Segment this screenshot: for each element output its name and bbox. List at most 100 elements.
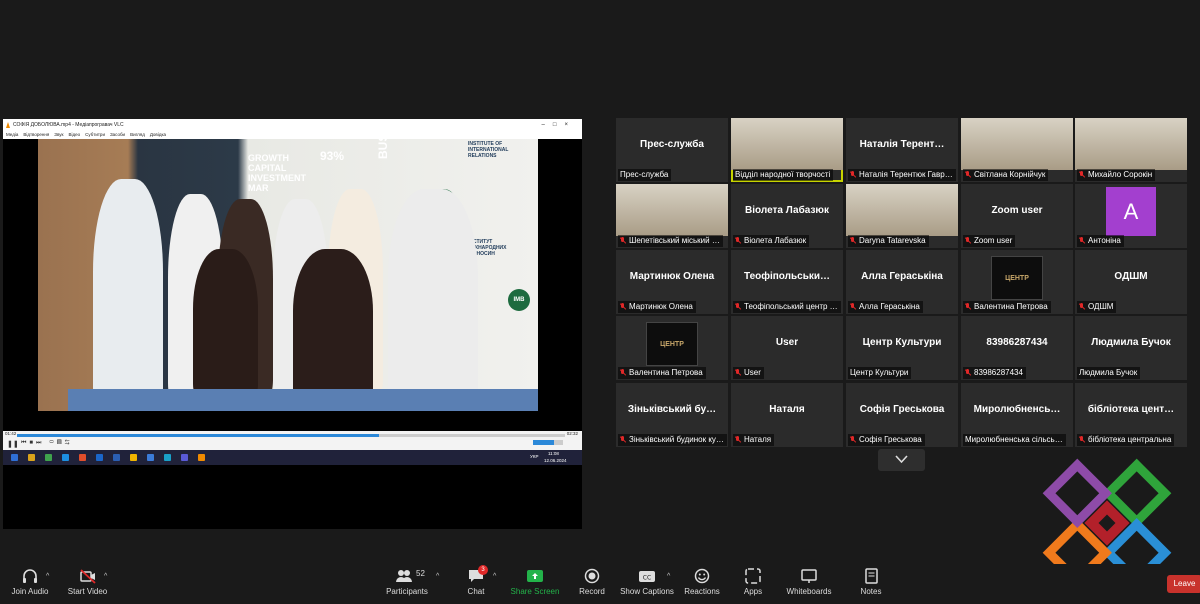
participant-tile[interactable]: ЦЕНТР Валентина Петрова (616, 316, 728, 380)
show-captions-button[interactable]: CC Show Captions (620, 567, 674, 596)
participant-tile[interactable]: Михайло Сорокін (1075, 118, 1187, 182)
participant-tile[interactable]: Софія Греськова Софія Греськова (846, 383, 958, 447)
video-options-caret[interactable]: ^ (104, 573, 107, 580)
participants-label: Participants (386, 587, 428, 596)
participant-name: Мартинюк Олена (629, 302, 693, 311)
taskbar-app-icon[interactable] (11, 454, 18, 461)
audio-options-caret[interactable]: ^ (46, 573, 49, 580)
participant-caption: Миролюбненська сільсь… (963, 434, 1066, 446)
participant-caption: Центр Культури (848, 367, 912, 379)
taskbar-app-icon[interactable] (181, 454, 188, 461)
vlc-menu-item[interactable]: Відео (69, 132, 81, 137)
participant-tile[interactable]: Алла Гераськіна Алла Гераськіна (846, 250, 958, 314)
taskbar-date: 12.06.2024 (544, 458, 567, 463)
pause-icon[interactable]: ❚❚ (7, 440, 19, 448)
reactions-button[interactable]: Reactions (684, 567, 720, 596)
svg-text:CC: CC (643, 575, 651, 582)
vlc-menu-item[interactable]: Відтворення (23, 132, 49, 137)
participant-tile[interactable]: Віолета Лабазюк Віолета Лабазюк (731, 184, 843, 248)
record-icon (584, 568, 600, 584)
participant-tile[interactable]: Мартинюк Олена Мартинюк Олена (616, 250, 728, 314)
time-total: 02:32 (566, 431, 578, 436)
participant-tile[interactable]: User User (731, 316, 843, 380)
taskbar-app-icon[interactable] (147, 454, 154, 461)
time-elapsed: 01:42 (5, 431, 17, 436)
mic-muted-icon (620, 369, 626, 376)
participant-tile[interactable]: A Антоніна (1075, 184, 1187, 248)
participant-name: Валентина Петрова (629, 368, 703, 377)
start-video-button[interactable]: Start Video (65, 567, 110, 596)
taskbar-app-icon[interactable] (28, 454, 35, 461)
participant-tile[interactable]: 83986287434 83986287434 (961, 316, 1073, 380)
playback-buttons[interactable]: ⏮■⏭ ▭▤⇆ (21, 440, 72, 447)
notes-button[interactable]: Notes (857, 567, 885, 596)
participant-tile[interactable]: Zoom user Zoom user (961, 184, 1073, 248)
taskbar-app-icon[interactable] (130, 454, 137, 461)
taskbar-app-icon[interactable] (164, 454, 171, 461)
share-screen-label: Share Screen (510, 587, 560, 596)
vlc-menu-item[interactable]: Вигляд (130, 132, 145, 137)
join-audio-button[interactable]: Join Audio (10, 567, 50, 596)
participant-name: 83986287434 (974, 368, 1023, 377)
taskbar-app-icon[interactable] (198, 454, 205, 461)
participant-tile[interactable]: Наталя Наталя (731, 383, 843, 447)
taskbar-language: УКР (530, 454, 539, 459)
taskbar-app-icon[interactable] (113, 454, 120, 461)
participant-tile[interactable]: Прес-служба Прес-служба (616, 118, 728, 182)
participant-caption: Шепетівський міський … (618, 235, 723, 247)
participant-tile[interactable]: Відділ народної творчості (731, 118, 843, 182)
participant-tile[interactable]: ОДШМ ОДШМ (1075, 250, 1187, 314)
headphones-icon (23, 569, 37, 583)
gallery-next-page-button[interactable] (878, 449, 925, 471)
chat-options-caret[interactable]: ^ (493, 573, 496, 580)
record-button[interactable]: Record (576, 567, 608, 596)
person (293, 249, 373, 404)
participant-tile[interactable]: Наталія Терент… Наталія Терентюк Гавр… (846, 118, 958, 182)
share-screen-button[interactable]: Share Screen (510, 567, 560, 596)
apps-button[interactable]: Apps (740, 567, 766, 596)
leave-button[interactable]: Leave (1167, 575, 1200, 593)
participant-name-large: Софія Греськова (859, 403, 945, 415)
taskbar-app-icon[interactable] (45, 454, 52, 461)
participant-caption: Мартинюк Олена (618, 301, 696, 313)
participant-name: Світлана Корнійчук (974, 170, 1046, 179)
shared-screen: СОФІЯ ДОБОЛЮВА.mp4 - Медіапрогравач VLC … (3, 119, 582, 529)
participant-name: Антоніна (1088, 236, 1121, 245)
participant-tile[interactable]: Daryna Tatarevska (846, 184, 958, 248)
taskbar-app-icon[interactable] (96, 454, 103, 461)
whiteboards-button[interactable]: Whiteboards (785, 567, 833, 596)
participant-tile[interactable]: Шепетівський міський … (616, 184, 728, 248)
participant-caption: Зіньківський будинок ку… (618, 434, 727, 446)
participant-tile[interactable]: бібліотека цент… бібліотека центральна (1075, 383, 1187, 447)
taskbar-app-icon[interactable] (79, 454, 86, 461)
participant-tile[interactable]: ЦЕНТР Валентина Петрова (961, 250, 1073, 314)
vlc-video-area: GROWTH CAPITAL INVESTMENT MAR 93% BUSINE… (3, 139, 582, 529)
participant-name: Алла Гераськіна (859, 302, 920, 311)
participant-tile[interactable]: Людмила Бучок Людмила Бучок (1075, 316, 1187, 380)
mic-muted-icon (620, 303, 626, 310)
captions-options-caret[interactable]: ^ (667, 573, 670, 580)
participant-tile[interactable]: Теофіпольськи… Теофіпольський центр … (731, 250, 843, 314)
volume-slider[interactable] (533, 440, 563, 445)
seek-bar[interactable] (17, 434, 565, 437)
participant-caption: Віолета Лабазюк (733, 235, 810, 247)
participant-tile[interactable]: Світлана Корнійчук (961, 118, 1073, 182)
participant-caption: Валентина Петрова (963, 301, 1051, 313)
participant-tile[interactable]: Миролюбненсь… Миролюбненська сільсь… (961, 383, 1073, 447)
vlc-menu-item[interactable]: Довідка (150, 132, 166, 137)
participants-button[interactable]: 52 Participants (385, 567, 429, 596)
participant-name: Шепетівський міський … (629, 236, 720, 245)
participant-tile[interactable]: Центр Культури Центр Культури (846, 316, 958, 380)
poster-93: 93% (320, 149, 345, 163)
vlc-menu-item[interactable]: Медіа (6, 132, 18, 137)
participants-options-caret[interactable]: ^ (436, 573, 439, 580)
participant-caption: Людмила Бучок (1077, 367, 1141, 379)
participant-caption: Наталія Терентюк Гавр… (848, 169, 956, 181)
taskbar-app-icon[interactable] (62, 454, 69, 461)
participant-name-large: Центр Культури (862, 336, 942, 348)
vlc-menu-item[interactable]: Субтитри (85, 132, 105, 137)
participant-tile[interactable]: Зіньківський бу… Зіньківський будинок ку… (616, 383, 728, 447)
vlc-menu-item[interactable]: Засоби (110, 132, 125, 137)
chat-button[interactable]: 3 Chat (462, 565, 490, 596)
vlc-menu-item[interactable]: Звук (54, 132, 63, 137)
